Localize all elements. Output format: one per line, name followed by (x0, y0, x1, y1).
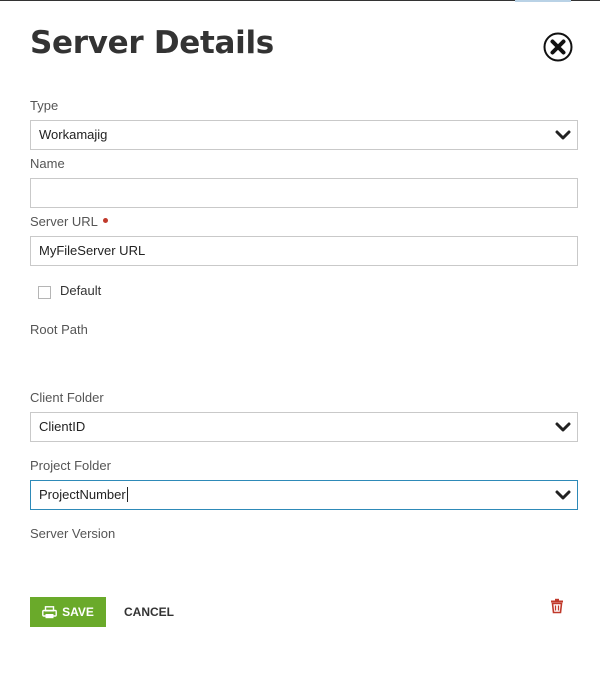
top-accent-bar (515, 0, 571, 2)
save-button[interactable]: SAVE (30, 597, 106, 627)
name-input[interactable] (30, 178, 578, 208)
printer-icon (42, 605, 57, 618)
default-checkbox[interactable] (38, 286, 51, 299)
close-circle-icon (543, 32, 573, 62)
type-label: Type (30, 98, 59, 113)
client-folder-select-value: ClientID (39, 419, 86, 434)
close-button[interactable] (542, 31, 574, 63)
project-folder-select[interactable]: ProjectNumber (30, 480, 578, 510)
type-select[interactable]: Workamajig (30, 120, 578, 150)
server-details-dialog: Server Details Type Workamajig Name Serv… (0, 0, 600, 685)
text-caret (126, 487, 128, 502)
save-button-label: SAVE (62, 605, 94, 619)
page-title: Server Details (30, 25, 274, 61)
root-path-label: Root Path (30, 322, 88, 337)
server-url-input-value: MyFileServer URL (39, 243, 146, 258)
chevron-down-icon (555, 422, 571, 432)
server-version-label: Server Version (30, 526, 116, 541)
delete-button[interactable] (549, 598, 565, 614)
project-folder-select-value: ProjectNumber (39, 487, 126, 502)
project-folder-label: Project Folder (30, 458, 111, 473)
type-select-value: Workamajig (39, 127, 108, 142)
chevron-down-icon (555, 130, 571, 140)
cancel-button[interactable]: CANCEL (118, 597, 180, 627)
client-folder-select[interactable]: ClientID (30, 412, 578, 442)
default-checkbox-label: Default (60, 283, 102, 298)
server-url-label: Server URL (30, 214, 108, 229)
server-url-input[interactable]: MyFileServer URL (30, 236, 578, 266)
server-url-label-text: Server URL (30, 214, 98, 229)
client-folder-label: Client Folder (30, 390, 104, 405)
name-label: Name (30, 156, 65, 171)
trash-icon (551, 598, 563, 614)
chevron-down-icon (555, 490, 571, 500)
required-indicator (102, 218, 108, 223)
